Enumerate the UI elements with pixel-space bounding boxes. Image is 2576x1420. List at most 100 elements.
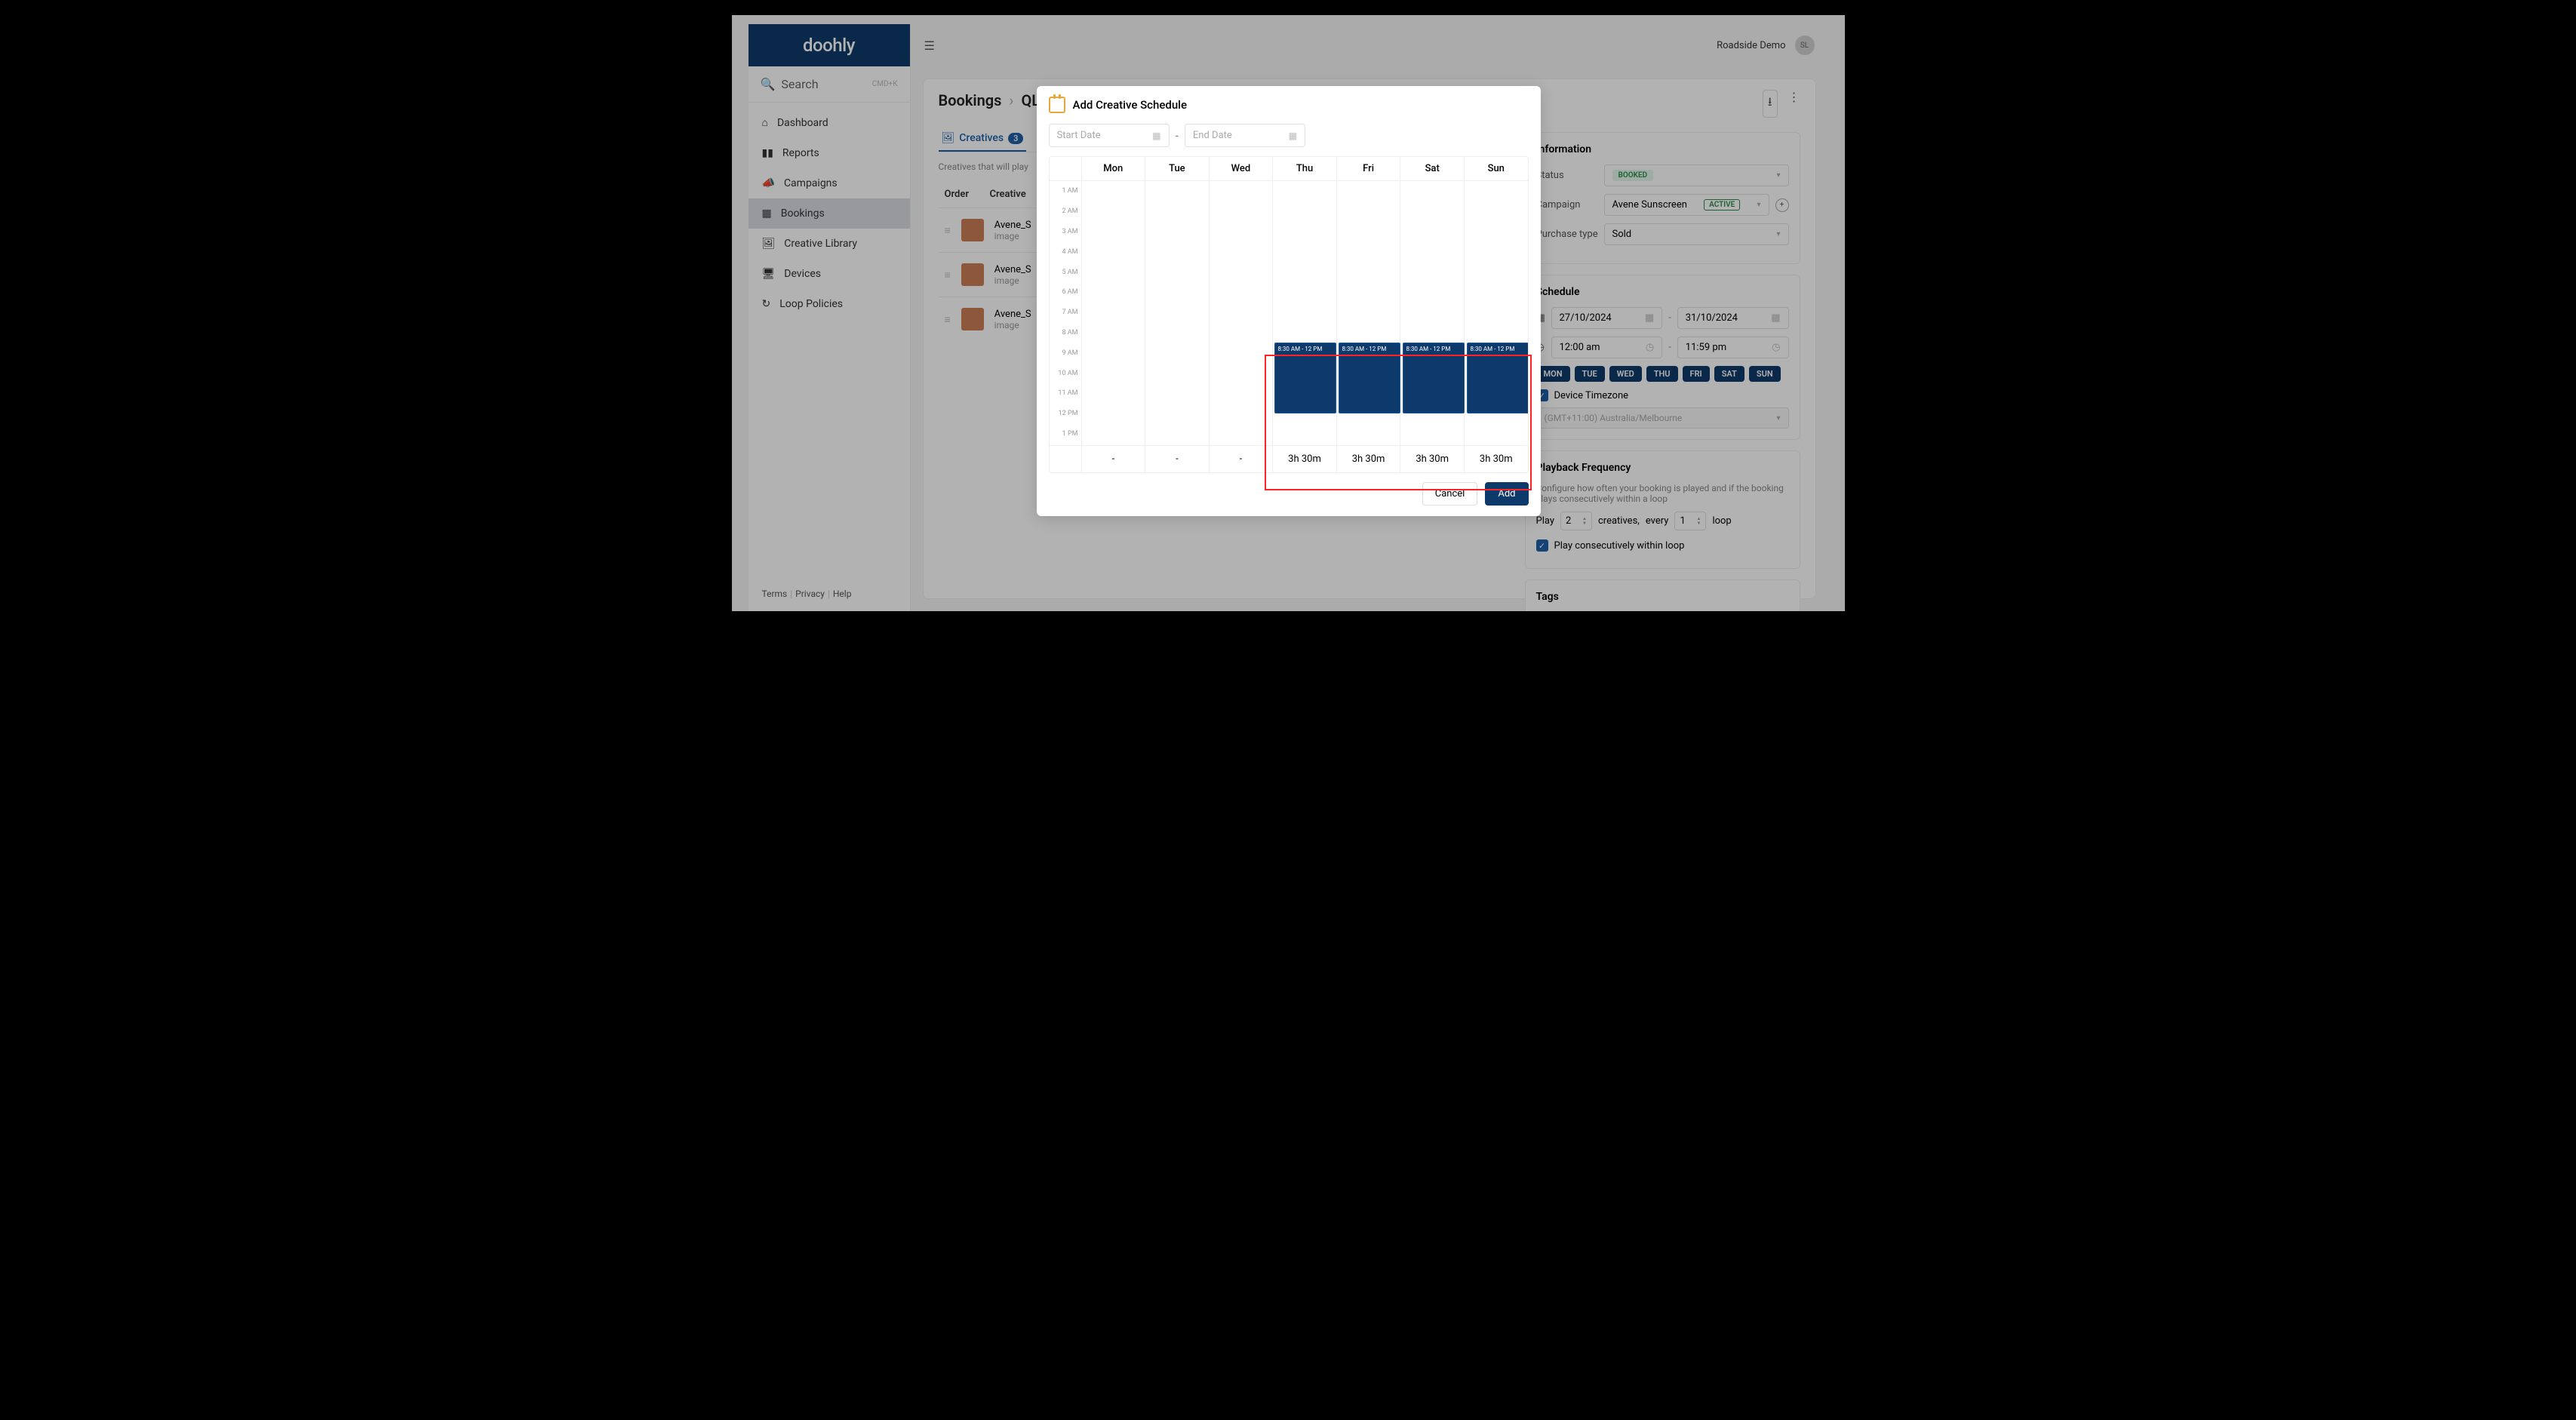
creative-thumbnail <box>961 308 984 330</box>
image-icon: 🖼 <box>762 238 776 250</box>
every-count-input[interactable]: 1▲▼ <box>1674 512 1706 530</box>
creative-name: Avene_S <box>994 309 1031 320</box>
section-title: Playback Frequency <box>1536 462 1789 474</box>
drag-handle-icon[interactable]: ≡ <box>945 313 951 326</box>
grid-day-tue: Tue <box>1145 157 1209 180</box>
creative-thumbnail <box>961 263 984 286</box>
day-wed[interactable]: WED <box>1609 366 1642 382</box>
link-privacy[interactable]: Privacy <box>795 589 825 599</box>
day-fri[interactable]: FRI <box>1683 366 1710 382</box>
chevron-down-icon: ▾ <box>1776 414 1780 423</box>
drag-handle-icon[interactable]: ≡ <box>945 269 951 281</box>
device-tz-label: Device Timezone <box>1554 390 1629 401</box>
cancel-button[interactable]: Cancel <box>1422 482 1478 506</box>
right-panel: Information Status BOOKED▾ Campaign Aven… <box>1525 132 1800 611</box>
calendar-icon: ▦ <box>762 207 772 220</box>
sidebar-item-bookings[interactable]: ▦Bookings <box>749 198 910 229</box>
modal-end-date-input[interactable]: End Date▦ <box>1185 124 1305 147</box>
sidebar-item-dashboard[interactable]: ⌂Dashboard <box>749 107 910 138</box>
nav: ⌂Dashboard ▮▮Reports 📣Campaigns ▦Booking… <box>749 103 910 575</box>
chart-icon: ▮▮ <box>762 147 773 159</box>
export-icon[interactable]: ⭳ <box>1763 90 1778 118</box>
creative-thumbnail <box>961 219 984 241</box>
calendar-icon: ▦ <box>1771 312 1780 324</box>
sidebar-item-campaigns[interactable]: 📣Campaigns <box>749 168 910 198</box>
status-label: Status <box>1536 170 1604 181</box>
add-creative-schedule-modal: Add Creative Schedule Start Date▦ - End … <box>1037 86 1541 516</box>
breadcrumb-root[interactable]: Bookings <box>939 91 1002 109</box>
schedule-block-sat[interactable]: 8:30 AM - 12 PM <box>1403 343 1465 413</box>
spinner-icon[interactable]: ▲▼ <box>1582 517 1587 526</box>
schedule-block-thu[interactable]: 8:30 AM - 12 PM <box>1274 343 1336 413</box>
spinner-icon[interactable]: ▲▼ <box>1696 517 1701 526</box>
chevron-down-icon: ▾ <box>1776 171 1780 180</box>
schedule-grid[interactable]: Mon Tue Wed Thu Fri Sat Sun 1 AM 2 AM 3 … <box>1049 156 1529 473</box>
grid-day-sun: Sun <box>1464 157 1528 180</box>
avatar[interactable]: SL <box>1795 35 1815 55</box>
grid-day-mon: Mon <box>1081 157 1145 180</box>
calendar-icon: ▦ <box>1289 131 1297 141</box>
topbar: ☰ Roadside Demo SL <box>911 24 1828 66</box>
timezone-select[interactable]: (GMT+11:00) Australia/Melbourne▾ <box>1536 407 1789 429</box>
play-count-input[interactable]: 2▲▼ <box>1560 512 1592 530</box>
schedule-block-sun[interactable]: 8:30 AM - 12 PM <box>1467 343 1529 413</box>
logo: doohly <box>749 24 910 66</box>
chevron-down-icon: ▾ <box>1776 230 1780 238</box>
link-help[interactable]: Help <box>833 589 852 599</box>
creative-type: image <box>994 320 1031 330</box>
day-pills: MON TUE WED THU FRI SAT SUN <box>1536 366 1789 382</box>
purchase-label: Purchase type <box>1536 229 1604 240</box>
sidebar-item-loop-policies[interactable]: ↻Loop Policies <box>749 289 910 319</box>
more-icon[interactable]: ⋮ <box>1788 90 1800 118</box>
end-date-input[interactable]: 31/10/2024▦ <box>1677 307 1789 329</box>
search-input[interactable]: 🔍 Search CMD+K <box>749 66 910 103</box>
sidebar-item-creative-library[interactable]: 🖼Creative Library <box>749 229 910 259</box>
info-section: Information Status BOOKED▾ Campaign Aven… <box>1525 132 1800 264</box>
creative-name: Avene_S <box>994 264 1031 275</box>
end-time-input[interactable]: 11:59 pm◷ <box>1677 337 1789 358</box>
campaign-select[interactable]: Avene SunscreenACTIVE▾ <box>1604 194 1769 216</box>
schedule-block-fri[interactable]: 8:30 AM - 12 PM <box>1339 343 1400 413</box>
search-icon: 🔍 <box>761 77 776 91</box>
tags-section: Tags <box>1525 579 1800 611</box>
start-date-input[interactable]: 27/10/2024▦ <box>1551 307 1663 329</box>
status-select[interactable]: BOOKED▾ <box>1604 164 1789 186</box>
footer-links: Terms| Privacy| Help <box>749 575 910 611</box>
clock-icon: ◷ <box>1646 342 1654 353</box>
section-title: Schedule <box>1536 286 1789 298</box>
creative-name: Avene_S <box>994 220 1031 231</box>
grid-day-wed: Wed <box>1209 157 1273 180</box>
start-time-input[interactable]: 12:00 am◷ <box>1551 337 1663 358</box>
calendar-icon: ▦ <box>1152 131 1160 141</box>
link-terms[interactable]: Terms <box>762 589 788 599</box>
day-tue[interactable]: TUE <box>1575 366 1605 382</box>
add-campaign-icon[interactable]: + <box>1775 198 1789 212</box>
day-mon[interactable]: MON <box>1536 366 1570 382</box>
drag-handle-icon[interactable]: ≡ <box>945 224 951 237</box>
account-name: Roadside Demo <box>1717 40 1785 51</box>
frequency-section: Playback Frequency Configure how often y… <box>1525 450 1800 569</box>
creative-type: image <box>994 231 1031 241</box>
schedule-section: Schedule ▦ 27/10/2024▦ - 31/10/2024▦ ◷ 1… <box>1525 275 1800 440</box>
collapse-sidebar-icon[interactable]: ☰ <box>924 38 935 53</box>
campaign-label: Campaign <box>1536 199 1604 211</box>
sidebar-item-reports[interactable]: ▮▮Reports <box>749 138 910 168</box>
sidebar-item-devices[interactable]: 🖥Devices <box>749 259 910 289</box>
day-thu[interactable]: THU <box>1646 366 1678 382</box>
consecutive-checkbox[interactable]: ✓ <box>1536 539 1548 552</box>
clock-icon: ◷ <box>1772 342 1780 353</box>
tab-creatives[interactable]: 🖼 Creatives 3 <box>939 126 1027 152</box>
consecutive-label: Play consecutively within loop <box>1554 540 1685 552</box>
calendar-icon: ▦ <box>1645 312 1654 324</box>
modal-start-date-input[interactable]: Start Date▦ <box>1049 124 1170 147</box>
day-sun[interactable]: SUN <box>1749 366 1781 382</box>
modal-header: Add Creative Schedule <box>1037 86 1541 124</box>
time-axis: 1 AM 2 AM 3 AM 4 AM 5 AM 6 AM 7 AM 8 AM … <box>1050 181 1081 445</box>
megaphone-icon: 📣 <box>762 177 775 189</box>
purchase-select[interactable]: Sold▾ <box>1604 223 1789 245</box>
sidebar: doohly 🔍 Search CMD+K ⌂Dashboard ▮▮Repor… <box>749 24 911 611</box>
image-icon: 🖼 <box>942 132 955 144</box>
add-button[interactable]: Add <box>1485 482 1528 506</box>
grid-day-thu: Thu <box>1272 157 1336 180</box>
day-sat[interactable]: SAT <box>1714 366 1744 382</box>
